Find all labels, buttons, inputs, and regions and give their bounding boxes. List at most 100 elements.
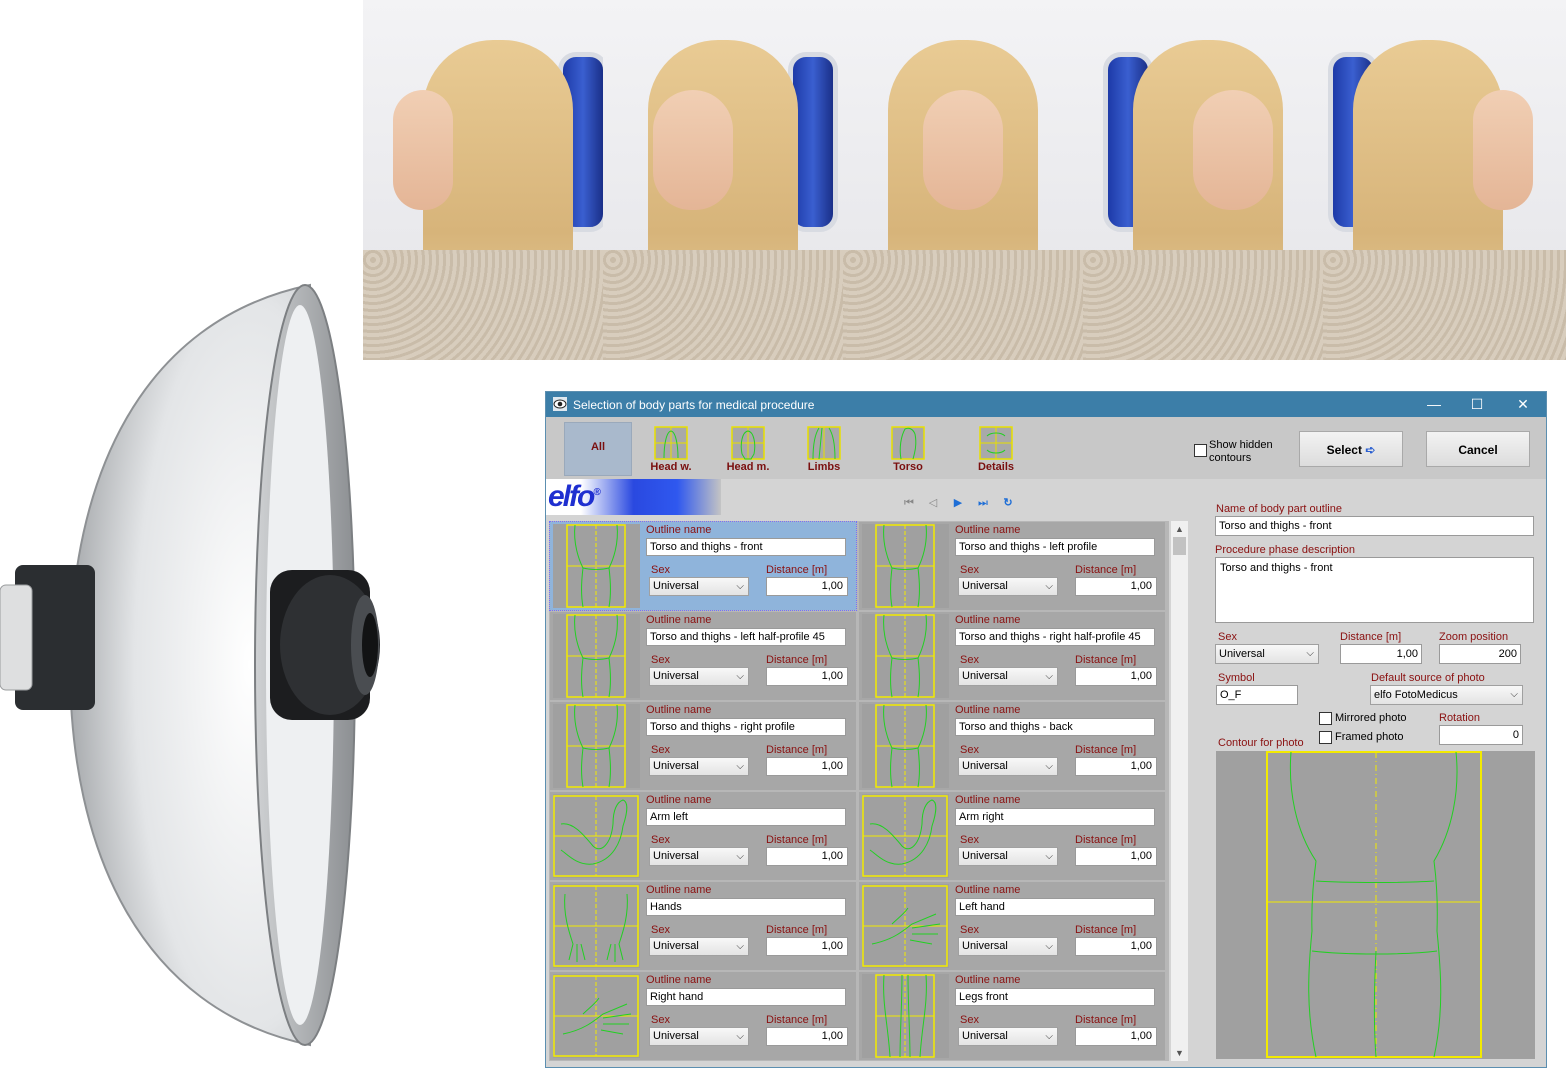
outline-thumbnail[interactable]	[862, 614, 949, 698]
category-details-button[interactable]: Details	[966, 423, 1026, 473]
phase-description-textarea[interactable]: Torso and thighs - front	[1215, 557, 1534, 623]
symbol-field[interactable]: O_F	[1216, 685, 1298, 705]
distance-field[interactable]: 1,00	[1075, 577, 1157, 596]
distance-field[interactable]: 1,00	[1075, 667, 1157, 686]
category-torso-button[interactable]: Torso	[878, 423, 938, 473]
outline-name-field[interactable]: Right hand	[646, 988, 846, 1006]
distance-field[interactable]: 1,00	[766, 757, 848, 776]
outline-card[interactable]: Outline name Torso and thighs - right hal…	[859, 612, 1165, 700]
scroll-down-icon[interactable]: ▼	[1171, 1045, 1188, 1061]
distance-field[interactable]: 1,00	[766, 667, 848, 686]
distance-field[interactable]: 1,00	[1340, 644, 1422, 664]
sex-select[interactable]: Universal ⌵	[958, 667, 1058, 686]
outline-card[interactable]: Outline name Left hand Sex Universal ⌵ Distan…	[859, 882, 1165, 970]
sex-select[interactable]: Universal ⌵	[958, 757, 1058, 776]
outline-name-field[interactable]: Arm right	[955, 808, 1155, 826]
distance-field[interactable]: 1,00	[766, 1027, 848, 1046]
outline-list: Outline name Torso and thighs - front Sex U…	[549, 521, 1169, 1061]
distance-field[interactable]: 1,00	[1075, 847, 1157, 866]
outline-name-field[interactable]: Torso and thighs - right half-profile 45	[955, 628, 1155, 646]
cancel-button[interactable]: Cancel	[1426, 431, 1530, 467]
sex-select[interactable]: Universal ⌵	[958, 937, 1058, 956]
outline-thumbnail[interactable]	[862, 884, 949, 968]
outline-thumbnail[interactable]	[862, 974, 949, 1058]
chevron-down-icon: ⌵	[1510, 689, 1518, 700]
outline-card[interactable]: Outline name Right hand Sex Universal ⌵ Dista…	[550, 972, 856, 1060]
sex-select[interactable]: Universal ⌵	[958, 1027, 1058, 1046]
scrollbar-thumb[interactable]	[1173, 537, 1186, 555]
checkbox-box[interactable]	[1194, 444, 1207, 457]
category-limbs-button[interactable]: Limbs	[794, 423, 854, 473]
outline-name-field[interactable]: Torso and thighs - right profile	[646, 718, 846, 736]
sex-select[interactable]: Universal ⌵	[649, 937, 749, 956]
outline-card[interactable]: Outline name Torso and thighs - right pro…	[550, 702, 856, 790]
outline-name-field[interactable]: Torso and thighs - front	[646, 538, 846, 556]
distance-field[interactable]: 1,00	[766, 847, 848, 866]
mirrored-photo-checkbox[interactable]: Mirrored photo	[1319, 712, 1407, 725]
outline-thumbnail[interactable]	[862, 524, 949, 608]
elfo-logo: elfo®	[548, 480, 601, 513]
sex-select[interactable]: Universal ⌵	[649, 847, 749, 866]
distance-field[interactable]: 1,00	[766, 577, 848, 596]
outline-name-field[interactable]: Torso and thighs - left half-profile 45	[646, 628, 846, 646]
outline-thumbnail[interactable]	[553, 704, 640, 788]
outline-card[interactable]: Outline name Arm right Sex Universal ⌵ Distan…	[859, 792, 1165, 880]
outline-name-field[interactable]: Torso and thighs - back	[955, 718, 1155, 736]
outline-thumbnail[interactable]	[553, 794, 640, 878]
sex-select[interactable]: Universal ⌵	[649, 1027, 749, 1046]
outline-name-field[interactable]: Torso and thighs - left profile	[955, 538, 1155, 556]
outline-card[interactable]: Outline name Torso and thighs - back Sex Un…	[859, 702, 1165, 790]
sex-select[interactable]: Universal ⌵	[649, 757, 749, 776]
chevron-down-icon: ⌵	[1045, 761, 1053, 772]
outline-thumbnail[interactable]	[553, 614, 640, 698]
sex-select[interactable]: Universal ⌵	[649, 667, 749, 686]
rotation-field[interactable]: 0	[1439, 725, 1523, 745]
outline-card[interactable]: Outline name Arm left Sex Universal ⌵ Distanc…	[550, 792, 856, 880]
maximize-button[interactable]: ☐	[1454, 392, 1500, 417]
distance-field[interactable]: 1,00	[1075, 937, 1157, 956]
outline-thumbnail[interactable]	[553, 524, 640, 608]
outline-card[interactable]: Outline name Torso and thighs - front Sex U…	[549, 521, 857, 611]
sex-select[interactable]: Universal ⌵	[958, 847, 1058, 866]
outline-card[interactable]: Outline name Hands Sex Universal ⌵ Distance […	[550, 882, 856, 970]
outline-thumbnail[interactable]	[862, 704, 949, 788]
category-head-men-button[interactable]: Head m.	[718, 423, 778, 473]
category-head-women-button[interactable]: Head w.	[641, 423, 701, 473]
distance-field[interactable]: 1,00	[1075, 1027, 1157, 1046]
outline-card[interactable]: Outline name Torso and thighs - left half…	[550, 612, 856, 700]
last-record-icon[interactable]: ⏭	[975, 495, 991, 511]
dialog-titlebar[interactable]: Selection of body parts for medical proc…	[546, 392, 1546, 417]
minimize-button[interactable]: —	[1411, 392, 1457, 417]
photo-source-select[interactable]: elfo FotoMedicus ⌵	[1370, 685, 1523, 705]
distance-field[interactable]: 1,00	[766, 937, 848, 956]
framed-photo-checkbox[interactable]: Framed photo	[1319, 731, 1403, 744]
zoom-field[interactable]: 200	[1439, 644, 1521, 664]
photo-half-profile-left	[603, 0, 843, 360]
outline-card[interactable]: Outline name Legs front Sex Universal ⌵ Dista…	[859, 972, 1165, 1060]
phase-label: Procedure phase description	[1215, 544, 1356, 556]
outline-name-field[interactable]: Torso and thighs - front	[1215, 516, 1534, 536]
close-button[interactable]: ✕	[1500, 392, 1546, 417]
distance-label: Distance [m]	[1075, 924, 1137, 936]
category-all-button[interactable]: All	[564, 422, 632, 476]
distance-field[interactable]: 1,00	[1075, 757, 1157, 776]
outline-name-field[interactable]: Left hand	[955, 898, 1155, 916]
outline-name-field[interactable]: Arm left	[646, 808, 846, 826]
refresh-icon[interactable]: ↻	[1000, 495, 1016, 511]
outline-thumbnail[interactable]	[862, 794, 949, 878]
eye-app-icon	[553, 397, 567, 411]
outline-thumbnail[interactable]	[553, 884, 640, 968]
select-button[interactable]: Select ➪	[1299, 431, 1403, 467]
outline-name-field[interactable]: Legs front	[955, 988, 1155, 1006]
outline-name-field[interactable]: Hands	[646, 898, 846, 916]
next-record-icon[interactable]: ▶	[950, 495, 966, 511]
scroll-up-icon[interactable]: ▲	[1171, 521, 1188, 537]
prev-record-icon[interactable]: ◁	[925, 495, 941, 511]
first-record-icon[interactable]: ⏮	[901, 495, 917, 511]
sex-select[interactable]: Universal ⌵	[1215, 644, 1319, 664]
outline-card[interactable]: Outline name Torso and thighs - left prof…	[859, 522, 1165, 610]
outline-list-scrollbar[interactable]: ▲ ▼	[1171, 521, 1188, 1061]
sex-select[interactable]: Universal ⌵	[958, 577, 1058, 596]
outline-thumbnail[interactable]	[553, 974, 640, 1058]
sex-select[interactable]: Universal ⌵	[649, 577, 749, 596]
